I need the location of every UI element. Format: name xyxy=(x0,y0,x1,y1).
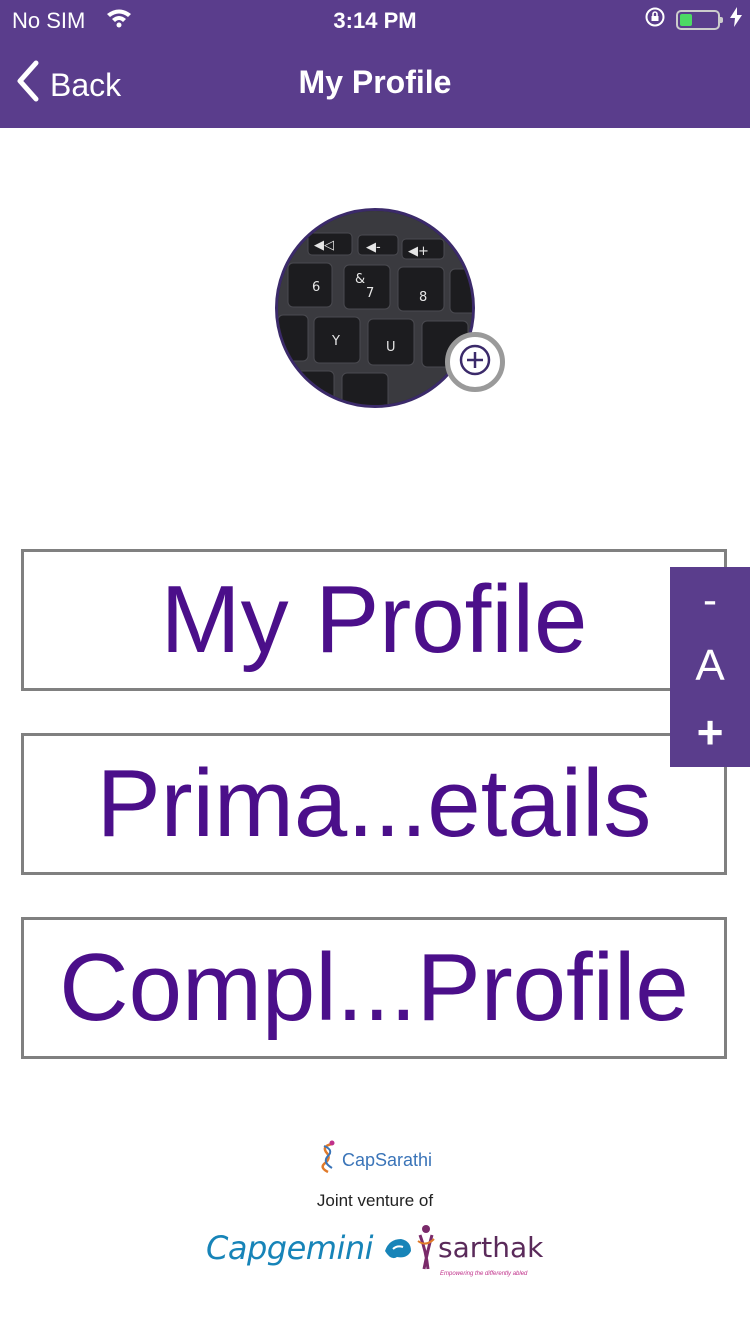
capsarathi-mark-icon xyxy=(318,1140,338,1181)
add-photo-button[interactable] xyxy=(445,332,505,392)
svg-text:◀◁: ◀◁ xyxy=(314,238,334,253)
font-size-label: A xyxy=(695,641,725,690)
sarthak-logo: sarthak Empowering the differently abled xyxy=(416,1221,543,1283)
battery-icon xyxy=(676,10,723,30)
svg-text:◀+: ◀+ xyxy=(408,244,429,259)
key-8: 8 xyxy=(419,290,427,305)
footer: CapSarathi Joint venture of xyxy=(0,1140,750,1211)
key-u: U xyxy=(386,340,396,355)
primary-details-label: Prima...etails xyxy=(96,750,652,857)
sarthak-tagline: Empowering the differently abled xyxy=(440,1271,528,1277)
sarthak-text: sarthak xyxy=(438,1231,544,1264)
capgemini-text: Capgemini xyxy=(206,1229,374,1267)
complete-profile-button[interactable]: Compl...Profile xyxy=(21,917,727,1059)
key-7: 7 xyxy=(366,286,374,301)
orientation-lock-icon xyxy=(644,6,666,34)
profile-avatar-section: ◀◁ ◀- ◀+ 6 & 7 8 Y U xyxy=(275,208,505,408)
key-6: 6 xyxy=(312,280,320,295)
capsarathi-text: CapSarathi xyxy=(341,1150,433,1170)
status-time: 3:14 PM xyxy=(333,8,417,33)
status-bar: No SIM 3:14 PM xyxy=(0,0,750,40)
decrease-font-button[interactable]: - xyxy=(670,567,750,633)
capsarathi-logo: CapSarathi xyxy=(0,1140,750,1181)
primary-details-button[interactable]: Prima...etails xyxy=(21,733,727,875)
avatar-photo: ◀◁ ◀- ◀+ 6 & 7 8 Y U xyxy=(278,211,472,405)
my-profile-button[interactable]: My Profile xyxy=(21,549,727,691)
capgemini-spade-icon xyxy=(383,1229,413,1267)
increase-font-button[interactable]: + xyxy=(670,699,750,765)
plus-circle-icon xyxy=(459,344,491,381)
my-profile-label: My Profile xyxy=(160,566,588,673)
page-title: My Profile xyxy=(298,64,452,100)
navigation-bar: Back My Profile xyxy=(0,40,750,128)
capgemini-logo: Capgemini xyxy=(206,1229,413,1267)
complete-profile-label: Compl...Profile xyxy=(59,934,689,1041)
font-size-control: - A + xyxy=(670,567,750,767)
avatar[interactable]: ◀◁ ◀- ◀+ 6 & 7 8 Y U xyxy=(275,208,475,408)
joint-venture-text: Joint venture of xyxy=(316,1191,434,1210)
charging-icon xyxy=(730,7,742,33)
key-y: Y xyxy=(331,334,340,349)
key-ampersand: & xyxy=(355,272,365,287)
svg-text:◀-: ◀- xyxy=(366,240,381,255)
